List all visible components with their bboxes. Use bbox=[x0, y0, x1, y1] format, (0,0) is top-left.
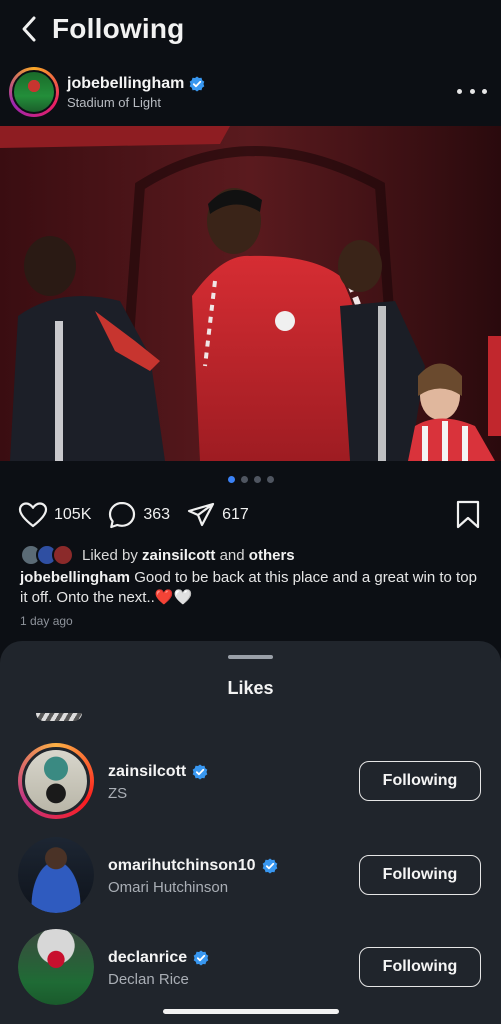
list-item-fullname: Declan Rice bbox=[108, 971, 189, 988]
like-count: 105K bbox=[54, 506, 92, 523]
caption-emojis: ❤️🤍 bbox=[154, 589, 193, 606]
verified-badge-icon bbox=[192, 764, 208, 780]
following-button[interactable]: Following bbox=[359, 947, 481, 987]
bookmark-icon bbox=[456, 500, 480, 529]
more-options-button[interactable] bbox=[457, 78, 487, 104]
verified-badge-icon bbox=[193, 950, 209, 966]
liked-by-summary[interactable]: Liked by zainsilcott and others bbox=[20, 544, 295, 566]
post-photo-image bbox=[0, 126, 501, 461]
post-author-meta: jobebellingham Stadium of Light bbox=[67, 75, 205, 110]
list-item-username[interactable]: zainsilcott bbox=[108, 763, 186, 781]
post-author-username[interactable]: jobebellingham bbox=[67, 75, 184, 93]
comment-button[interactable]: 363 bbox=[107, 500, 170, 530]
following-button[interactable]: Following bbox=[359, 855, 481, 895]
following-button[interactable]: Following bbox=[359, 761, 481, 801]
like-button[interactable]: 105K bbox=[18, 501, 91, 529]
carousel-dot bbox=[227, 476, 235, 483]
comment-bubble-icon bbox=[109, 501, 136, 529]
list-item-fullname: ZS bbox=[108, 785, 128, 802]
likes-bottom-sheet: Likes zainsilcott ZS Following omarihutc… bbox=[0, 641, 501, 1024]
top-nav-bar: Following bbox=[0, 0, 501, 58]
avatar[interactable] bbox=[18, 743, 94, 819]
carousel-dot bbox=[266, 476, 274, 483]
carousel-dot bbox=[253, 476, 261, 483]
post-photo[interactable] bbox=[0, 126, 501, 461]
carousel-dot bbox=[240, 476, 248, 483]
post-header: jobebellingham Stadium of Light bbox=[0, 64, 501, 120]
avatar[interactable] bbox=[18, 929, 94, 1005]
avatar bbox=[52, 544, 74, 566]
page-title: Following bbox=[52, 13, 185, 44]
avatar[interactable] bbox=[18, 837, 94, 913]
home-indicator[interactable] bbox=[163, 1009, 339, 1014]
verified-badge-icon bbox=[262, 858, 277, 874]
heart-icon bbox=[18, 502, 48, 528]
caption-username[interactable]: jobebellingham bbox=[20, 569, 130, 586]
post-author-avatar[interactable] bbox=[9, 67, 59, 117]
liked-by-avatars bbox=[20, 544, 74, 566]
carousel-indicator bbox=[0, 476, 501, 483]
paper-plane-icon bbox=[187, 502, 215, 527]
chevron-left-icon bbox=[22, 16, 36, 42]
liked-by-user[interactable]: zainsilcott bbox=[142, 547, 215, 564]
post-timestamp: 1 day ago bbox=[20, 614, 73, 628]
save-bookmark-button[interactable] bbox=[455, 500, 481, 535]
list-item-username[interactable]: omarihutchinson10 bbox=[108, 857, 256, 875]
list-item[interactable]: zainsilcott ZS Following bbox=[0, 741, 501, 821]
post-caption: jobebellingham Good to be back at this p… bbox=[20, 568, 485, 608]
sheet-title: Likes bbox=[227, 678, 274, 698]
share-count: 617 bbox=[222, 506, 249, 523]
list-item-partial bbox=[36, 713, 82, 721]
list-item[interactable]: declanrice Declan Rice Following bbox=[0, 927, 501, 1007]
verified-badge-icon bbox=[190, 76, 205, 91]
list-item[interactable]: omarihutchinson10 Omari Hutchinson Follo… bbox=[0, 835, 501, 915]
liked-by-others[interactable]: others bbox=[249, 547, 295, 564]
share-button[interactable]: 617 bbox=[186, 501, 249, 529]
list-item-username[interactable]: declanrice bbox=[108, 949, 187, 967]
ellipsis-icon bbox=[457, 88, 462, 94]
back-button[interactable] bbox=[0, 0, 50, 58]
liked-by-and: and bbox=[219, 546, 245, 564]
comment-count: 363 bbox=[143, 506, 171, 523]
sheet-drag-handle[interactable] bbox=[228, 655, 273, 659]
post-location[interactable]: Stadium of Light bbox=[67, 95, 205, 110]
post-actions: 105K 363 617 bbox=[0, 498, 501, 532]
liked-by-prefix: Liked by bbox=[82, 546, 138, 564]
list-item-fullname: Omari Hutchinson bbox=[108, 879, 229, 896]
